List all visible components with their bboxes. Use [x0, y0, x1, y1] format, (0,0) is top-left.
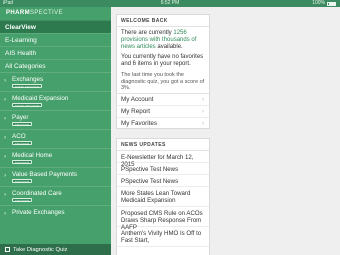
news-heading: NEWS UPDATES [117, 139, 209, 151]
sidebar: PHARMSPECTIVE ClearView E-Learning AIS H… [0, 7, 111, 255]
category-medicaid-expansion[interactable]: › Medicaid Expansion STATE TRACKER [0, 91, 111, 110]
chevron-right-icon: › [4, 96, 7, 103]
take-diagnostic-quiz-button[interactable]: Take Diagnostic Quiz [0, 244, 111, 255]
tracker-badge: TRACKER [12, 160, 33, 165]
battery-status: 100% [312, 0, 336, 7]
chevron-right-icon: › [4, 134, 7, 141]
chevron-right-icon: › [4, 77, 7, 84]
tracker-badge: STATE TRACKER [12, 84, 43, 89]
sidebar-item-clearview[interactable]: ClearView [0, 20, 111, 33]
chevron-right-icon: › [4, 115, 7, 122]
quiz-label: Take Diagnostic Quiz [13, 246, 68, 253]
sidebar-item-e-learning[interactable]: E-Learning [0, 33, 111, 46]
category-exchanges[interactable]: › Exchanges STATE TRACKER [0, 72, 111, 91]
category-label: Payer [12, 114, 29, 121]
app-logo: PHARMSPECTIVE [6, 10, 63, 16]
chevron-right-icon: › [202, 121, 204, 127]
news-item[interactable]: Proposed CMS Rule on ACOs Draws Sharp Re… [117, 207, 209, 231]
quiz-summary: The last time you took the diagnostic qu… [121, 72, 205, 91]
category-payer[interactable]: › Payer TRACKER [0, 110, 111, 129]
category-medical-home[interactable]: › Medical Home TRACKER [0, 148, 111, 167]
quiz-icon [5, 247, 10, 252]
clock: 6:52 PM [160, 0, 180, 6]
battery-percent: 100% [312, 0, 325, 6]
category-label: Medical Home [12, 152, 53, 159]
tracker-badge: TRACKER [12, 179, 33, 184]
my-favorites-link[interactable]: My Favorites › [117, 118, 209, 130]
provisions-summary: There are currently 1256 provisions with… [121, 30, 197, 50]
sidebar-item-all-categories[interactable]: All Categories [0, 59, 111, 72]
tracker-badge: TRACKER [12, 122, 33, 127]
chevron-right-icon: › [202, 109, 204, 115]
chevron-right-icon: › [4, 172, 7, 179]
category-label: Value Based Payments [12, 171, 77, 178]
category-aco[interactable]: › ACO TRACKER [0, 129, 111, 148]
news-card: NEWS UPDATES E-Newsletter for March 12, … [116, 138, 210, 255]
category-label: ACO [12, 133, 26, 140]
welcome-heading: WELCOME BACK [117, 15, 209, 27]
sidebar-item-ais-health[interactable]: AIS Health [0, 46, 111, 59]
chevron-right-icon: › [4, 153, 7, 160]
news-item[interactable]: E-Newsletter for March 12, 2015 [117, 151, 209, 168]
account-links: My Account › My Report › My Favorites › [117, 93, 209, 130]
category-label: Medicaid Expansion [12, 95, 69, 102]
news-item[interactable]: Anthem's Vivity HMO Is Off to Fast Start… [117, 227, 209, 247]
category-value-based-payments[interactable]: › Value Based Payments TRACKER [0, 167, 111, 186]
news-item[interactable]: More States Lean Toward Medicaid Expansi… [117, 187, 209, 207]
welcome-card: WELCOME BACK There are currently 1256 pr… [116, 14, 210, 129]
tracker-badge: TRACKER [12, 198, 33, 203]
tracker-badge: STATE TRACKER [12, 103, 43, 108]
battery-icon [327, 1, 336, 6]
status-bar: iPad 6:52 PM 100% [0, 0, 340, 7]
category-label: Coordinated Care [12, 190, 62, 197]
my-report-link[interactable]: My Report › [117, 106, 209, 118]
chevron-right-icon: › [4, 191, 7, 198]
category-label: Exchanges [12, 76, 44, 83]
favorites-summary: You currently have no favorites and 6 it… [121, 54, 204, 67]
category-private-exchanges[interactable]: › Private Exchanges [0, 205, 111, 224]
chevron-right-icon: › [4, 210, 7, 217]
my-account-link[interactable]: My Account › [117, 94, 209, 106]
category-label: Private Exchanges [12, 209, 65, 216]
tracker-badge: TRACKER [12, 141, 33, 146]
category-coordinated-care[interactable]: › Coordinated Care TRACKER [0, 186, 111, 205]
news-item[interactable]: PSpective Test News [117, 175, 209, 187]
chevron-right-icon: › [202, 97, 204, 103]
